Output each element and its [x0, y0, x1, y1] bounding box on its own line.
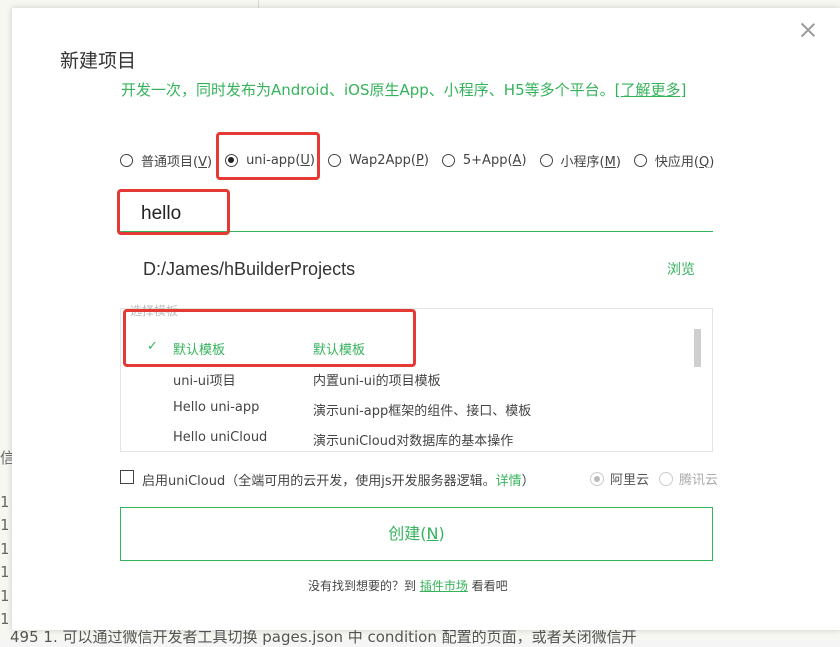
- radio-label: 5+App(A): [462, 152, 527, 168]
- provider-tencent[interactable]: 腾讯云: [659, 469, 718, 488]
- editor-line-number: 1: [0, 587, 10, 605]
- close-icon[interactable]: [798, 20, 818, 40]
- radio-uni-app[interactable]: uni-app(U): [225, 153, 315, 168]
- unicloud-checkbox[interactable]: [120, 470, 134, 484]
- radio-label: 小程序(M): [560, 154, 621, 170]
- footer-hint: 没有找到想要的？到 插件市场 看看吧: [308, 579, 508, 593]
- radio-label: 快应用(Q): [654, 154, 715, 170]
- learn-more-link[interactable]: [了解更多]: [615, 81, 687, 99]
- radio-circle-icon: [633, 153, 647, 167]
- template-scrollbar[interactable]: [694, 329, 701, 367]
- project-type-group: 普通项目(V) uni-app(U) Wap2App(P) 5+App(A) 小…: [120, 149, 727, 171]
- radio-checked-icon: [590, 471, 604, 486]
- radio-label: Wap2App(P): [348, 152, 429, 168]
- template-desc: 默认模板: [313, 343, 366, 358]
- browse-button[interactable]: 浏览: [667, 259, 695, 279]
- editor-line-number: 1: [0, 610, 10, 628]
- project-path-input[interactable]: [141, 252, 625, 286]
- project-name-input[interactable]: [120, 196, 713, 232]
- provider-label: 腾讯云: [679, 473, 719, 488]
- template-desc: 内置uni-ui的项目模板: [313, 374, 441, 389]
- editor-line-number: 1: [0, 540, 10, 558]
- radio-circle-icon: [441, 153, 455, 167]
- unicloud-label: 启用uniCloud（全端可用的云开发，使用js开发服务器逻辑。详情）: [142, 474, 535, 489]
- radio-circle-icon: [120, 153, 133, 167]
- create-button[interactable]: 创建(N): [120, 507, 713, 561]
- template-list[interactable]: ✓ 默认模板 默认模板 uni-ui项目 内置uni-ui的项目模板 Hello…: [120, 308, 713, 452]
- template-item[interactable]: Hello uni-app 演示uni-app框架的组件、接口、模板: [121, 394, 681, 422]
- checkmark-icon: ✓: [147, 339, 158, 354]
- template-name: Hello uniCloud: [173, 430, 268, 445]
- template-item[interactable]: ✓ 默认模板 默认模板: [121, 333, 681, 361]
- dialog-subtitle: 开发一次，同时发布为Android、iOS原生App、小程序、H5等多个平台。[…: [121, 79, 686, 100]
- provider-label: 阿里云: [610, 473, 650, 488]
- dialog-title: 新建项目: [60, 50, 137, 72]
- radio-quick-app[interactable]: 快应用(Q): [633, 151, 715, 170]
- template-item[interactable]: Hello uniCloud 演示uniCloud对数据库的基本操作: [121, 424, 681, 451]
- template-section-label: 选择模板: [130, 304, 179, 318]
- unicloud-row: 启用uniCloud（全端可用的云开发，使用js开发服务器逻辑。详情） 阿里云 …: [120, 469, 720, 489]
- radio-label: uni-app(U): [246, 152, 315, 168]
- template-name: Hello uni-app: [173, 400, 260, 415]
- radio-normal-project[interactable]: 普通项目(V): [120, 151, 212, 170]
- editor-line-number: 1: [0, 493, 10, 511]
- project-path-row: 浏览: [120, 252, 713, 286]
- radio-circle-icon: [659, 471, 673, 486]
- template-name: 默认模板: [173, 343, 226, 358]
- radio-5plus-app[interactable]: 5+App(A): [441, 152, 527, 168]
- template-desc: 演示uni-app框架的组件、接口、模板: [313, 404, 532, 419]
- plugin-market-link[interactable]: 插件市场: [420, 579, 468, 593]
- unicloud-details-link[interactable]: 详情: [496, 474, 522, 489]
- radio-checked-icon: [225, 153, 239, 167]
- subtitle-text: 开发一次，同时发布为Android、iOS原生App、小程序、H5等多个平台。: [121, 81, 615, 99]
- template-name: uni-ui项目: [173, 374, 236, 389]
- template-desc: 演示uniCloud对数据库的基本操作: [313, 434, 514, 449]
- radio-circle-icon: [327, 153, 341, 167]
- provider-aliyun[interactable]: 阿里云: [590, 469, 649, 488]
- template-item[interactable]: uni-ui项目 内置uni-ui的项目模板: [121, 364, 681, 392]
- editor-line-number: 1: [0, 516, 10, 534]
- radio-label: 普通项目(V): [141, 154, 213, 170]
- new-project-dialog: 新建项目 开发一次，同时发布为Android、iOS原生App、小程序、H5等多…: [12, 8, 840, 630]
- radio-mini-program[interactable]: 小程序(M): [539, 151, 621, 170]
- radio-circle-icon: [539, 153, 553, 167]
- editor-line-number: 1: [0, 563, 10, 581]
- radio-wap2app[interactable]: Wap2App(P): [327, 152, 429, 168]
